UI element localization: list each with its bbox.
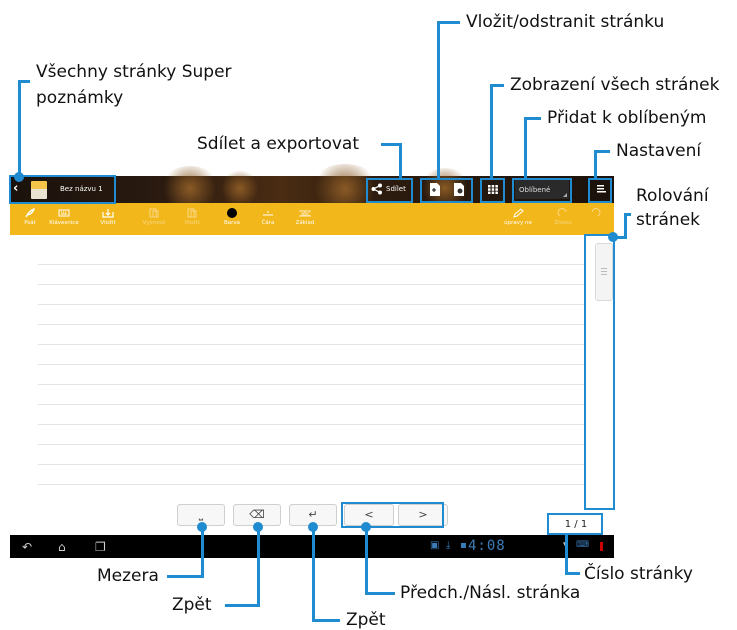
highlight-settings (588, 178, 612, 203)
edit-mode-tool[interactable]: úpravy ne (498, 203, 538, 235)
redo-tool[interactable]: Znovu (543, 203, 583, 235)
stroke-tool[interactable]: Čára (248, 203, 288, 235)
keyboard-icon (58, 209, 70, 217)
highlight-insert-remove (420, 178, 473, 203)
callout-all-pages-line2: poznámky (36, 88, 124, 108)
home-icon[interactable]: ⌂ (58, 540, 66, 554)
highlight-page-number (547, 513, 603, 535)
recent-apps-icon[interactable]: ❐ (95, 540, 106, 554)
callout-view-all: Zobrazení všech stránek (510, 75, 720, 95)
download-icon: ⤓ (446, 540, 451, 551)
callout-backspace: Zpět (172, 595, 212, 615)
redo-icon (557, 208, 567, 217)
svg-text:abc: abc (301, 212, 310, 218)
backspace-icon: ⌫ (249, 508, 265, 521)
status-clock: 4:08 (468, 538, 506, 554)
edit-toolbar: Psát Klávesnice Vložit Vyjmout Vložit Ba… (10, 203, 614, 235)
color-tool[interactable]: Barva (212, 203, 252, 235)
screenshot-icon: ▣ (430, 540, 440, 551)
callout-all-pages: Všechny stránky Super poznámky (36, 62, 232, 108)
callout-scroll-line1: Rolování (636, 186, 709, 206)
keyboard-status-icon: ⌨ (576, 540, 589, 550)
insert-tool[interactable]: Vložit (88, 203, 128, 235)
callout-page-number: Číslo stránky (584, 564, 693, 584)
callout-scroll-line2: stránek (636, 210, 701, 230)
insert-icon (102, 209, 114, 218)
paste-tool[interactable]: Vložit (172, 203, 212, 235)
callout-enter: Zpět (346, 610, 386, 630)
undo-icon (591, 208, 601, 217)
undo-tool[interactable] (580, 203, 610, 235)
highlight-prev-next (341, 502, 444, 528)
enter-icon: ↵ (308, 508, 318, 521)
callout-add-favorite: Přidat k oblíbeným (547, 108, 707, 128)
highlight-scrollbar (584, 234, 615, 510)
callout-scroll: Rolování stránek (636, 186, 709, 230)
battery-icon (600, 542, 603, 551)
pen-icon (25, 208, 36, 218)
pen-edit-icon (513, 208, 524, 218)
highlight-all-pages (9, 175, 116, 204)
text-style-icon: abc (299, 210, 311, 218)
callout-prev-next: Předch./Násl. stránka (400, 583, 581, 603)
callout-settings: Nastavení (616, 141, 702, 161)
keyboard-tool[interactable]: Klávesnice (44, 203, 84, 235)
highlight-favorites (512, 178, 572, 203)
note-page[interactable] (10, 235, 614, 535)
highlight-view-all (480, 178, 505, 203)
callout-all-pages-line1: Všechny stránky Super (36, 62, 232, 82)
back-nav-icon[interactable]: ↶ (22, 540, 32, 554)
cut-tool[interactable]: Vyjmout (134, 203, 174, 235)
highlight-share (366, 178, 413, 203)
paste-icon (187, 208, 197, 218)
cut-icon (149, 208, 159, 218)
stroke-width-icon (263, 211, 273, 216)
callout-share-export: Sdílet a exportovat (197, 134, 359, 154)
callout-insert-remove: Vložit/odstranit stránku (466, 12, 665, 32)
callout-space: Mezera (97, 566, 159, 586)
lock-icon: ▪ (460, 540, 467, 551)
basic-style-tool[interactable]: abc Základ (285, 203, 325, 235)
space-icon: ⎵ (198, 508, 204, 521)
color-dot-icon (227, 208, 237, 218)
